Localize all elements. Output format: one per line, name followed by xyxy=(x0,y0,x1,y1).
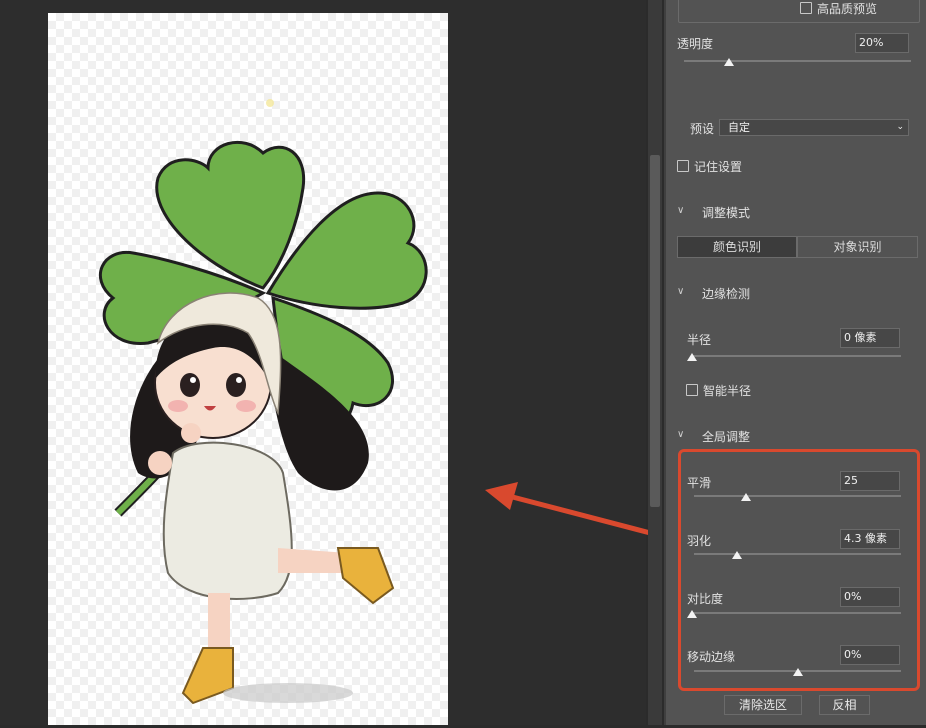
smart-radius-label: 智能半径 xyxy=(703,384,752,398)
document-canvas[interactable] xyxy=(48,13,448,725)
clear-selection-button[interactable]: 清除选区 xyxy=(724,695,802,715)
radius-label: 半径 xyxy=(687,333,712,347)
opacity-slider-track[interactable] xyxy=(684,60,911,62)
chevron-down-icon[interactable]: ∨ xyxy=(677,286,684,297)
chevron-down-icon[interactable]: ∨ xyxy=(677,429,684,440)
scrollbar-thumb[interactable] xyxy=(650,155,660,507)
chevron-down-icon[interactable]: ∨ xyxy=(677,205,684,216)
preset-select-value: 自定 xyxy=(728,121,750,134)
opacity-field[interactable]: 20% xyxy=(855,33,909,53)
hq-preview-checkbox[interactable] xyxy=(800,2,812,14)
annotation-arrow xyxy=(485,482,661,538)
radius-slider-track[interactable] xyxy=(692,355,901,357)
hq-preview-label: 高品质预览 xyxy=(817,2,878,16)
color-detect-button[interactable]: 颜色识别 xyxy=(677,236,797,258)
clover-girl-illustration xyxy=(99,99,428,705)
remember-settings-label: 记住设置 xyxy=(694,160,743,174)
panel-divider xyxy=(664,0,666,725)
smart-radius-checkbox[interactable] xyxy=(686,384,698,396)
global-adjust-title: 全局调整 xyxy=(702,430,751,444)
preset-select[interactable]: 自定 ⌄ xyxy=(719,119,909,136)
chevron-down-icon: ⌄ xyxy=(896,122,904,132)
remember-settings-checkbox[interactable] xyxy=(677,160,689,172)
opacity-slider-thumb[interactable] xyxy=(724,58,735,66)
radius-slider-thumb[interactable] xyxy=(687,353,697,361)
annotation-highlight-box xyxy=(678,449,920,691)
opacity-label: 透明度 xyxy=(677,37,714,51)
preset-label: 预设 xyxy=(690,122,715,136)
adjust-mode-title: 调整模式 xyxy=(702,206,751,220)
radius-field[interactable]: 0 像素 xyxy=(840,328,900,348)
edge-detect-title: 边缘检测 xyxy=(702,287,751,301)
invert-button[interactable]: 反相 xyxy=(819,695,870,715)
view-options-box xyxy=(678,0,920,23)
object-detect-button[interactable]: 对象识别 xyxy=(797,236,918,258)
